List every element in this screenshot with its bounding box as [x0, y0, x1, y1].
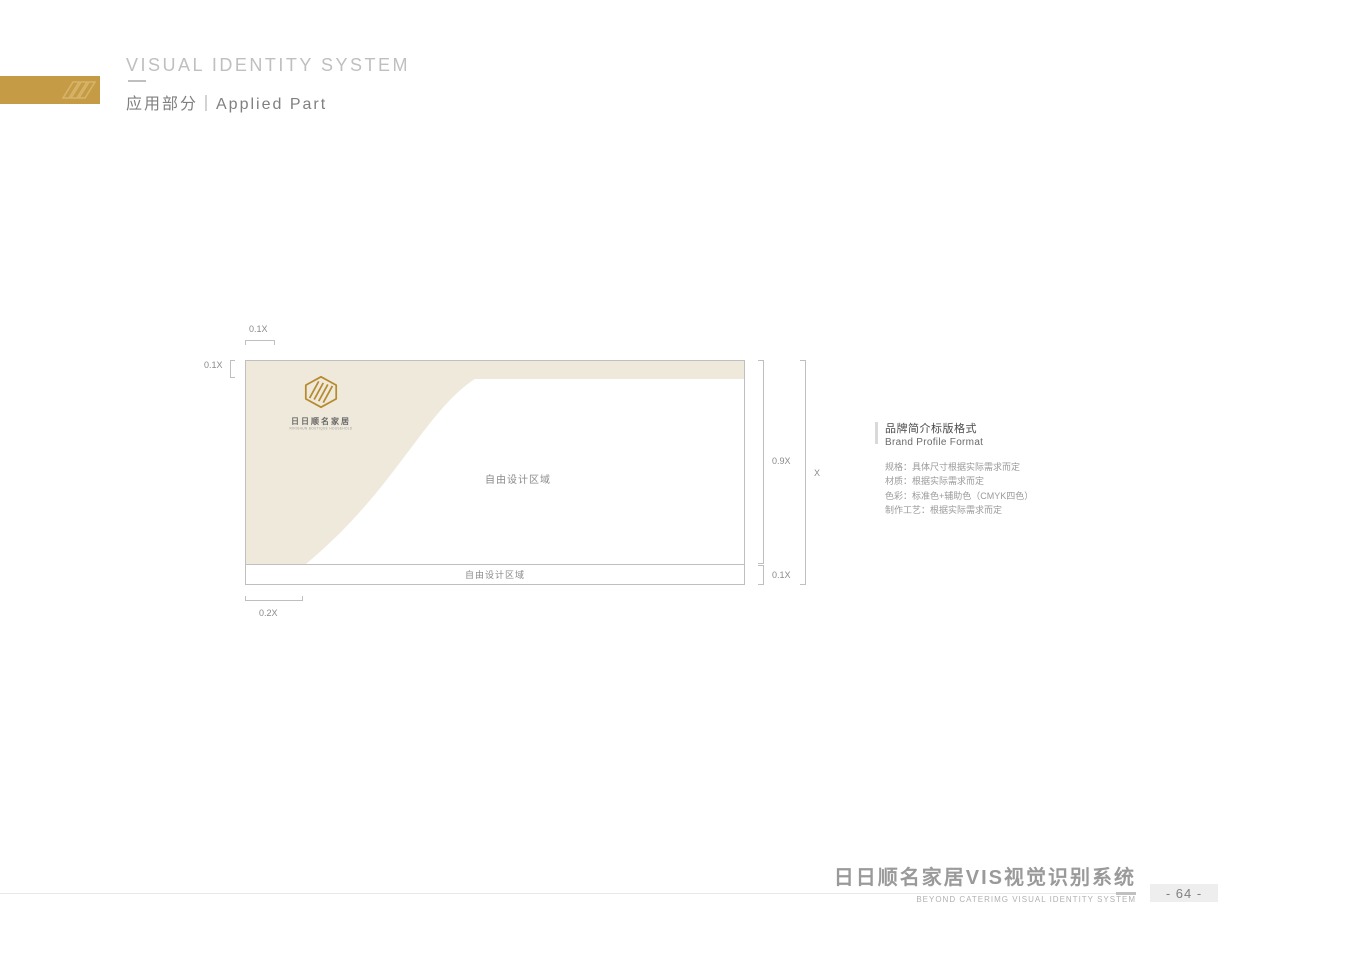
material-line: 材质：根据实际需求而定 — [885, 474, 1185, 488]
dim-right-bottom-label: 0.1X — [772, 570, 791, 580]
dim-bottom-tick — [245, 596, 303, 601]
description-title-en: Brand Profile Format — [885, 437, 1185, 448]
header-subtitle: 应用部分｜Applied Part — [126, 90, 327, 114]
header-tab-icon — [60, 78, 96, 102]
footer-rule — [0, 893, 1136, 894]
dim-right-main-label: 0.9X — [772, 456, 791, 466]
dim-right-bottom-bracket — [758, 565, 764, 585]
footer-brand-title: 日日顺名家居VIS视觉识别系统 — [834, 861, 1136, 890]
header-gold-tab — [0, 76, 100, 104]
brand-profile-diagram: 日日顺名家居 RIRISHUN BOUTIQUE HOUSEHOLD 自由设计区… — [245, 360, 745, 585]
free-design-area-main: 自由设计区域 — [485, 471, 551, 486]
description-block: 品牌简介标版格式 Brand Profile Format 规格：具体尺寸根据实… — [885, 420, 1185, 518]
header-divider — [128, 80, 146, 82]
header-title: VISUAL IDENTITY SYSTEM — [126, 55, 410, 76]
dim-top-label: 0.1X — [249, 324, 268, 334]
dim-top-tick — [245, 340, 275, 345]
color-line: 色彩：标准色+辅助色（CMYK四色） — [885, 489, 1185, 503]
dim-right-main-bracket — [758, 360, 764, 564]
dim-left-label: 0.1X — [204, 360, 223, 370]
logo-brand-name-cn: 日日顺名家居 — [276, 416, 366, 427]
description-title-cn: 品牌简介标版格式 — [885, 420, 1185, 436]
logo-brand-name-en: RIRISHUN BOUTIQUE HOUSEHOLD — [281, 427, 362, 431]
dim-left-tick — [230, 360, 235, 378]
diagram-bottom-bar: 自由设计区域 — [246, 564, 744, 584]
diagram-logo: 日日顺名家居 RIRISHUN BOUTIQUE HOUSEHOLD — [276, 375, 366, 431]
description-body: 规格：具体尺寸根据实际需求而定 材质：根据实际需求而定 色彩：标准色+辅助色（C… — [885, 460, 1185, 518]
spec-line: 规格：具体尺寸根据实际需求而定 — [885, 460, 1185, 474]
hexagon-logo-icon — [302, 375, 340, 409]
footer-brand-sub: BEYOND CATERIMG VISUAL IDENTITY SYSTEM — [916, 895, 1136, 904]
dim-right-total-bracket — [800, 360, 806, 585]
dim-right-total-label: X — [814, 468, 820, 478]
free-design-area-bottom: 自由设计区域 — [465, 568, 525, 581]
description-accent-bar — [875, 422, 878, 444]
dim-bottom-label: 0.2X — [259, 608, 278, 618]
footer-page-number: - 64 - — [1154, 886, 1214, 901]
page-footer: 日日顺名家居VIS视觉识别系统 BEYOND CATERIMG VISUAL I… — [0, 856, 1366, 916]
craft-line: 制作工艺：根据实际需求而定 — [885, 503, 1185, 517]
